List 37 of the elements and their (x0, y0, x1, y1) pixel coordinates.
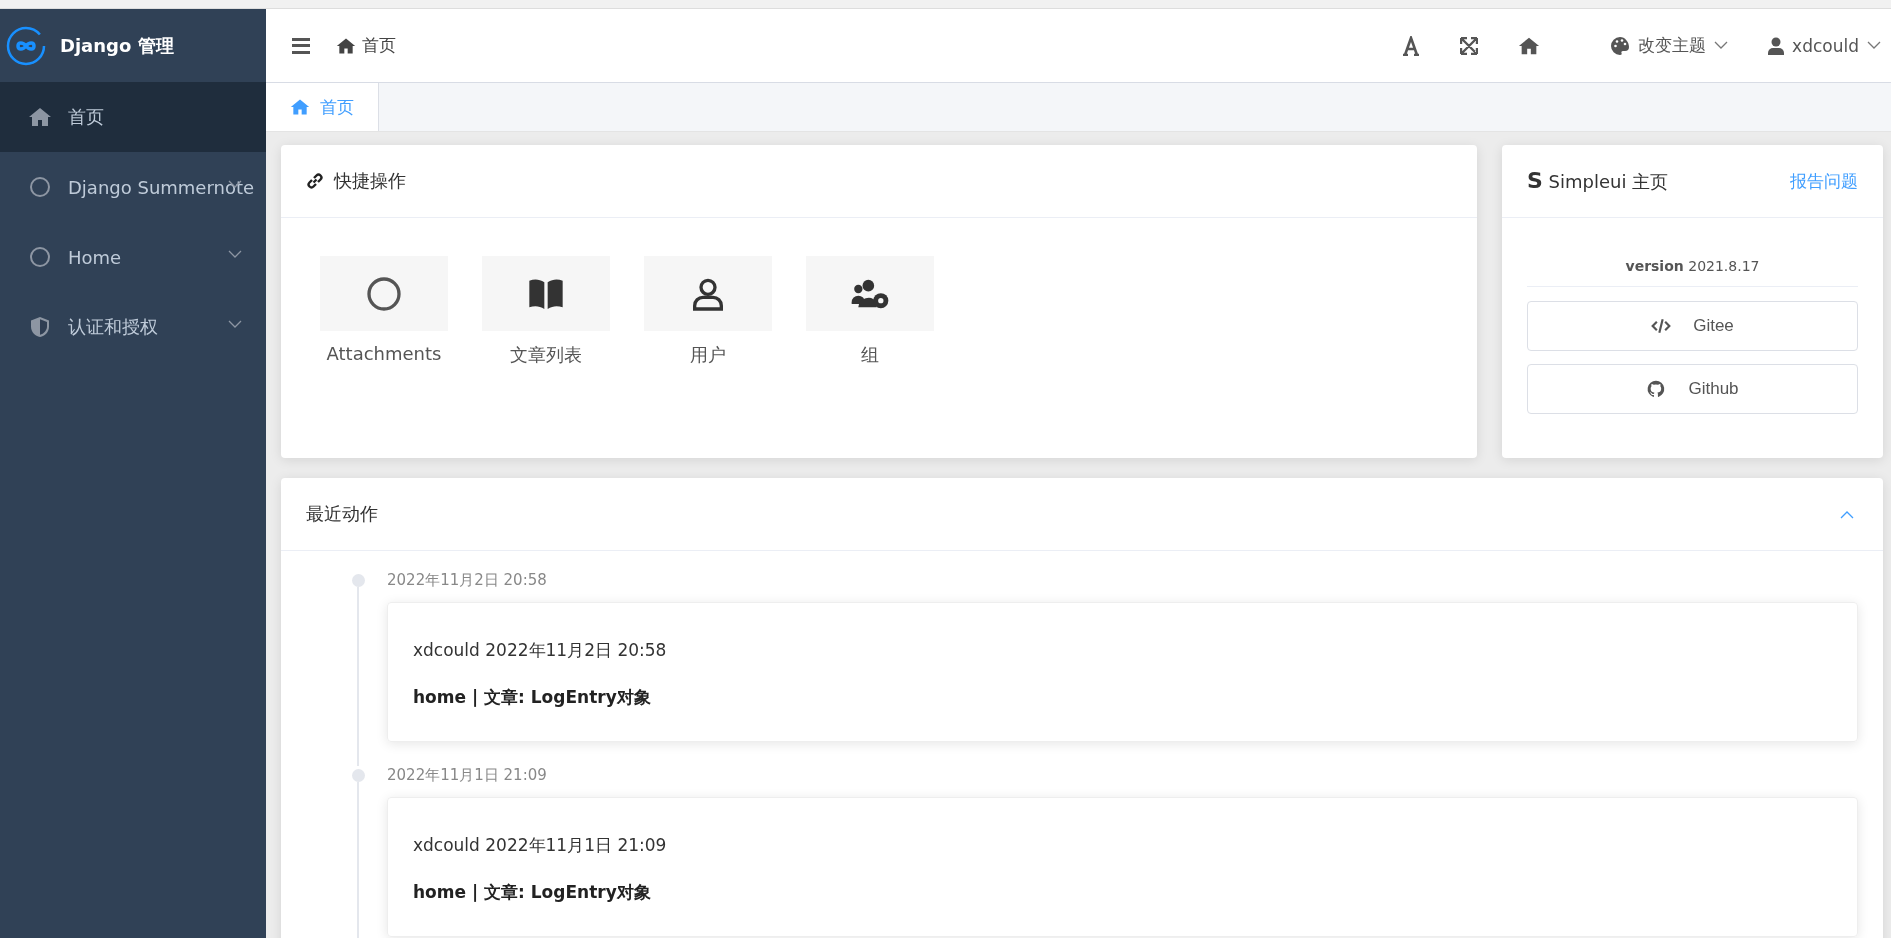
home-icon (28, 105, 52, 129)
sidebar-item[interactable]: 首页 (0, 82, 266, 152)
version-text: version 2021.8.17 (1527, 218, 1858, 287)
user-icon (1768, 36, 1785, 55)
shield-icon (28, 315, 52, 339)
card-title: 最近动作 (306, 502, 378, 526)
expand-icon (1460, 36, 1479, 55)
timestamp: 2022年11月2日 20:58 (387, 571, 548, 590)
log-entry-detail: home | 文章: LogEntry对象 (413, 686, 652, 709)
logo-title: Django 管理 (60, 33, 174, 58)
chevron-down-icon (1714, 41, 1729, 50)
breadcrumb[interactable]: 首页 (336, 34, 396, 57)
sidebar-item[interactable]: Django Summernote (0, 152, 266, 222)
card-title: 快捷操作 (334, 169, 406, 193)
sidebar-item[interactable]: 认证和授权 (0, 292, 266, 362)
logo-icon (6, 25, 46, 66)
chevron-down-icon (1867, 41, 1881, 50)
log-entry-line: xdcould 2022年11月1日 21:09 (413, 834, 668, 857)
theme-menu[interactable]: 改变主题 (1590, 25, 1749, 66)
log-entry-detail: home | 文章: LogEntry对象 (413, 881, 652, 904)
github-icon (1646, 379, 1667, 399)
menu-button[interactable] (292, 37, 310, 54)
user-menu[interactable]: xdcould (1748, 25, 1881, 66)
letter-a-icon (1402, 35, 1421, 56)
home-icon (290, 97, 310, 117)
code-icon (1651, 316, 1672, 336)
circle-icon (28, 245, 52, 269)
link-button[interactable]: Gitee (1527, 301, 1858, 351)
link-button[interactable]: Github (1527, 364, 1858, 414)
circle-icon (28, 175, 52, 199)
link-icon (306, 172, 324, 190)
card-title: S Simpleui 主页 (1527, 168, 1669, 194)
sidebar-item[interactable]: Home (0, 222, 266, 292)
log-entry-line: xdcould 2022年11月2日 20:58 (413, 639, 668, 662)
chevron-up-icon (1840, 509, 1854, 519)
timestamp: 2022年11月1日 21:09 (387, 766, 548, 785)
palette-icon (1610, 35, 1631, 56)
